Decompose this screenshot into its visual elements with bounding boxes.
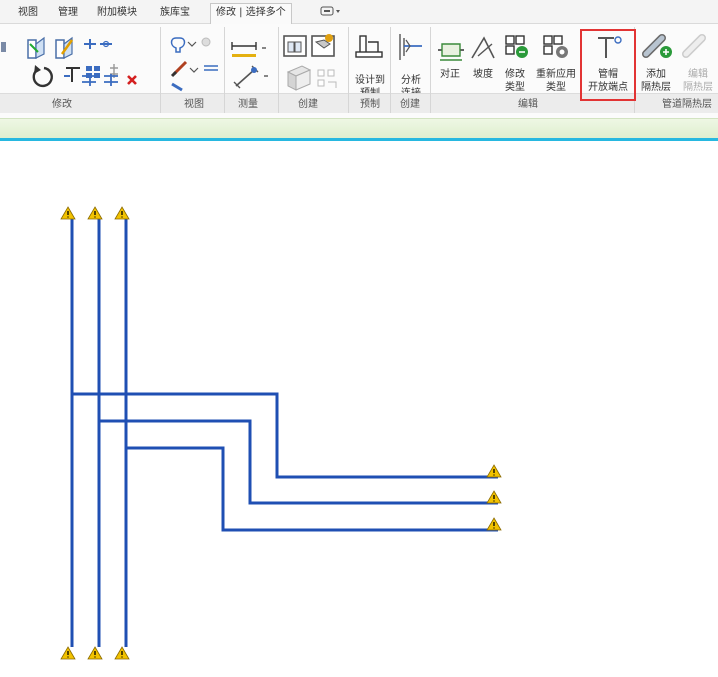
panel-title-measure[interactable]: 测量 xyxy=(238,95,258,110)
panel-title-create[interactable]: 创建 xyxy=(298,95,318,110)
override-graphics-icon xyxy=(170,60,218,78)
modify-type-label: 修改 类型 xyxy=(505,69,525,93)
create-tools-icons xyxy=(283,34,337,91)
pipe-network[interactable] xyxy=(70,219,498,647)
warning-icon xyxy=(486,464,502,478)
paste-icon xyxy=(1,42,6,52)
tab-addins[interactable]: 附加模块 xyxy=(97,4,137,22)
slope-label: 坡度 xyxy=(473,69,493,80)
linework-icon xyxy=(171,82,183,92)
pipe[interactable] xyxy=(97,219,498,647)
panel-separator xyxy=(160,27,161,113)
revit-window: 视图 管理 附加模块 族库宝 修改 | 选择多个 设计到 分析 对正 坡度 修改… xyxy=(0,0,718,677)
panel-separator xyxy=(224,27,225,113)
edit-insulation-label: 编辑 隔热层 xyxy=(683,69,713,93)
panel-title-modify[interactable]: 修改 xyxy=(52,95,72,110)
split-icon xyxy=(104,74,118,86)
pipe[interactable] xyxy=(70,219,498,647)
panel-title-pipe-insulation[interactable]: 管道隔热层 xyxy=(662,95,712,110)
join-geometry-icon xyxy=(27,36,45,59)
modify-type-button[interactable]: 修改 类型 xyxy=(500,68,530,94)
delete-icon xyxy=(127,75,137,85)
aligned-dimension-icon xyxy=(233,65,268,89)
panel-separator xyxy=(390,27,391,113)
warning-icon xyxy=(60,206,76,220)
justify-label: 对正 xyxy=(440,69,460,80)
tab-family-library[interactable]: 族库宝 xyxy=(160,4,190,22)
modify-type-icon xyxy=(505,35,528,58)
measure-tools-icons xyxy=(231,42,268,89)
warning-icon xyxy=(87,206,103,220)
split-face-icon xyxy=(55,36,74,59)
add-insulation-button[interactable]: 添加 隔热层 xyxy=(636,68,676,94)
ribbon-tab-bar: 视图 管理 附加模块 族库宝 修改 | 选择多个 xyxy=(0,0,718,24)
window-dropdown-icon xyxy=(320,6,340,16)
measure-between-icon xyxy=(231,42,266,57)
trim-icon xyxy=(82,74,96,86)
warning-icon xyxy=(87,646,103,660)
panel-title-view[interactable]: 视图 xyxy=(184,95,204,110)
warning-icon xyxy=(486,490,502,504)
panel-title-fabrication[interactable]: 预制 xyxy=(360,95,380,110)
reapply-type-button[interactable]: 重新应用 类型 xyxy=(534,68,578,94)
panel-title-create-2[interactable]: 创建 xyxy=(400,95,420,110)
justify-button[interactable]: 对正 xyxy=(436,68,464,81)
panel-separator xyxy=(348,27,349,113)
tab-view[interactable]: 视图 xyxy=(18,4,38,22)
pipe-cap-highlight-box xyxy=(580,29,636,101)
rotate-icon xyxy=(32,65,53,88)
edit-insulation-button: 编辑 隔热层 xyxy=(678,68,718,94)
analyze-connection-icon xyxy=(399,34,422,60)
create-parts-icon xyxy=(311,34,335,57)
panel-separator xyxy=(430,27,431,113)
slope-icon xyxy=(471,36,495,59)
tab-overflow-dropdown[interactable] xyxy=(318,4,344,22)
slope-button[interactable]: 坡度 xyxy=(468,68,498,81)
pipe[interactable] xyxy=(124,219,498,647)
warning-icon xyxy=(486,517,502,531)
panel-separator xyxy=(278,27,279,113)
align-icon xyxy=(84,39,112,49)
reapply-type-icon xyxy=(543,35,568,58)
design-to-fabrication-icon xyxy=(355,35,383,58)
create-assembly-icon xyxy=(283,35,307,57)
panel-title-edit[interactable]: 编辑 xyxy=(518,95,538,110)
warning-icon xyxy=(114,646,130,660)
warning-icon xyxy=(60,646,76,660)
create-group-icon xyxy=(286,65,312,91)
warning-icon xyxy=(114,206,130,220)
create-similar-icon xyxy=(317,69,337,88)
tab-manage[interactable]: 管理 xyxy=(58,4,78,22)
reapply-type-label: 重新应用 类型 xyxy=(536,69,576,93)
view-tools-icons xyxy=(170,37,218,92)
tab-modify-select-multiple[interactable]: 修改 | 选择多个 xyxy=(210,3,292,24)
add-insulation-label: 添加 隔热层 xyxy=(641,69,671,93)
context-options-bar xyxy=(0,118,718,138)
justify-icon xyxy=(438,43,464,61)
hide-element-icon xyxy=(170,37,211,53)
drawing-canvas[interactable] xyxy=(0,141,718,677)
edit-insulation-icon xyxy=(682,34,706,58)
add-insulation-icon xyxy=(642,34,672,58)
